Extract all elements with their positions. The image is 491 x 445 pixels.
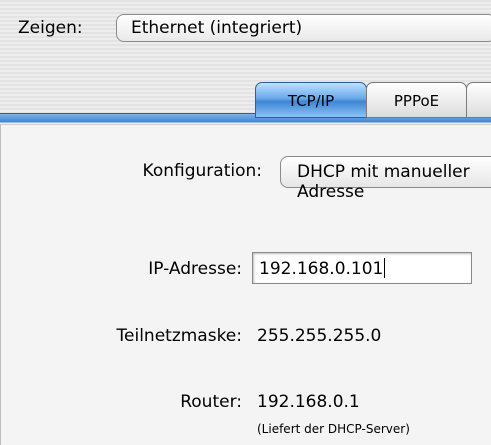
mask-value: 255.255.255.0 [257, 326, 382, 346]
router-note: (Liefert der DHCP-Server) [257, 422, 410, 436]
router-label: Router: [180, 392, 242, 412]
show-popup[interactable]: Ethernet (integriert) [116, 14, 491, 42]
ip-label: IP-Adresse: [148, 259, 242, 279]
config-popup[interactable]: DHCP mit manueller Adresse [280, 156, 491, 202]
tab-next[interactable] [466, 82, 491, 118]
tab-pppoe[interactable]: PPPoE [366, 82, 467, 118]
show-popup-value: Ethernet (integriert) [131, 18, 303, 38]
config-label: Konfiguration: [142, 161, 262, 181]
show-label: Zeigen: [18, 18, 83, 38]
router-value: 192.168.0.1 [257, 392, 360, 412]
tab-pppoe-label: PPPoE [393, 92, 440, 110]
ip-field-value: 192.168.0.101 [259, 259, 384, 279]
tab-tcpip-label: TCP/IP [287, 92, 335, 110]
ip-field[interactable]: 192.168.0.101 [252, 252, 472, 284]
tab-tcpip[interactable]: TCP/IP [255, 82, 367, 118]
mask-label: Teilnetzmaske: [116, 326, 242, 346]
text-caret [384, 258, 386, 278]
